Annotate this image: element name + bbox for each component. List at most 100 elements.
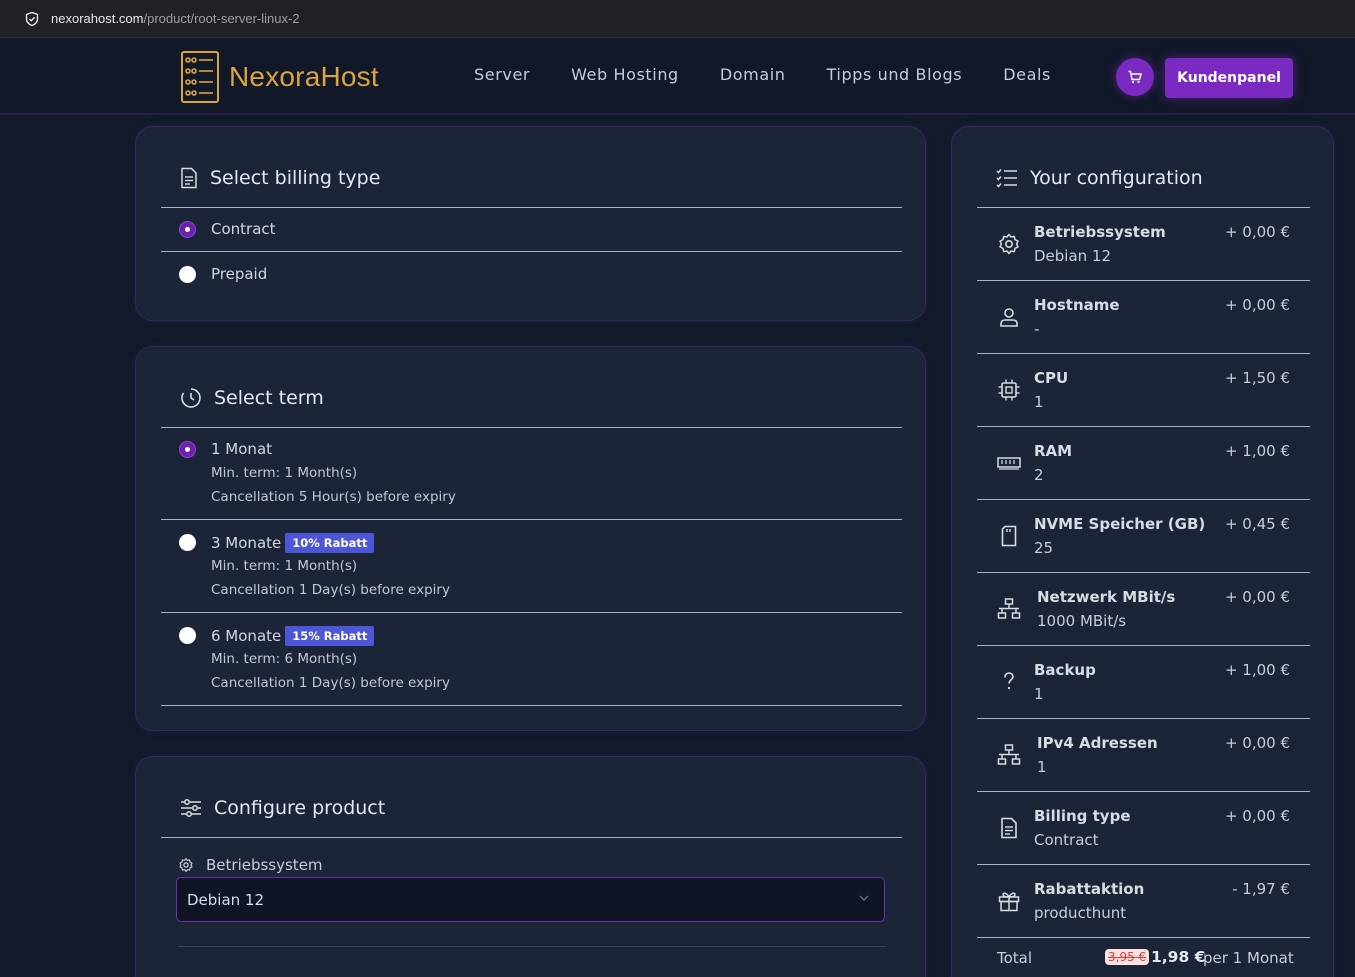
row-value: 25 xyxy=(1034,539,1054,557)
total-label: Total xyxy=(997,949,1033,967)
row-name: NVME Speicher (GB) xyxy=(1034,515,1206,533)
term-option-label[interactable]: 1 Monat xyxy=(211,440,272,458)
old-price: 3,95 € xyxy=(1105,949,1150,965)
radio-term-6-monate[interactable] xyxy=(179,627,196,644)
row-name: Hostname xyxy=(1034,296,1120,314)
summary-row-nvme: NVME Speicher (GB) 25 + 0,45 € xyxy=(977,500,1310,573)
row-price: + 0,00 € xyxy=(1224,807,1290,825)
nav-link-deals[interactable]: Deals xyxy=(1003,65,1051,84)
timer-icon xyxy=(181,388,201,408)
option-contract-label[interactable]: Contract xyxy=(211,220,276,238)
nav-link-web-hosting[interactable]: Web Hosting xyxy=(571,65,679,84)
term-option-label[interactable]: 6 Monate 15% Rabatt xyxy=(211,626,375,646)
row-value: producthunt xyxy=(1034,904,1127,922)
row-value: - xyxy=(1034,320,1040,338)
summary-row-ipv4: IPv4 Adressen 1 + 0,00 € xyxy=(977,719,1310,792)
browser-address-bar[interactable]: nexorahost.com/product/root-server-linux… xyxy=(0,0,1355,38)
main-menu: Server Web Hosting Domain Tipps und Blog… xyxy=(474,65,1051,84)
network-icon xyxy=(997,598,1021,619)
radio-term-3-monate[interactable] xyxy=(179,534,196,551)
sliders-icon xyxy=(181,799,201,817)
total-price: 1,98 € xyxy=(1151,948,1206,966)
option-prepaid-label[interactable]: Prepaid xyxy=(211,265,267,283)
nav-link-tipps-und-blogs[interactable]: Tipps und Blogs xyxy=(827,65,963,84)
row-value: 1 xyxy=(1034,393,1044,411)
checklist-icon xyxy=(996,169,1017,188)
url-path: /product/root-server-linux-2 xyxy=(143,11,300,26)
billing-type-header: Select billing type xyxy=(180,167,380,189)
radio-prepaid[interactable] xyxy=(179,266,196,283)
term-label-text: 6 Monate xyxy=(211,627,282,645)
divider xyxy=(161,612,902,613)
kundenpanel-button[interactable]: Kundenpanel xyxy=(1165,58,1293,98)
divider xyxy=(161,519,902,520)
radio-contract[interactable] xyxy=(179,221,196,238)
summary-row-ram: RAM 2 + 1,00 € xyxy=(977,427,1310,500)
nav-link-domain[interactable]: Domain xyxy=(720,65,786,84)
term-cancellation: Cancellation 1 Day(s) before expiry xyxy=(211,582,450,598)
radio-term-1-monat[interactable] xyxy=(179,441,196,458)
row-price: + 0,00 € xyxy=(1224,223,1290,241)
row-name: RAM xyxy=(1034,442,1073,460)
shield-icon xyxy=(24,11,40,27)
summary-row-netzwerk: Netzwerk MBit/s 1000 MBit/s + 0,00 € xyxy=(977,573,1310,646)
cpu-icon xyxy=(998,379,1020,401)
gear-icon xyxy=(179,858,193,872)
question-icon xyxy=(1004,672,1014,690)
row-price: + 1,50 € xyxy=(1224,369,1290,387)
os-field-label: Betriebssystem xyxy=(178,856,323,874)
term-min: Min. term: 6 Month(s) xyxy=(211,651,358,667)
row-name: Billing type xyxy=(1034,807,1131,825)
term-min: Min. term: 1 Month(s) xyxy=(211,465,358,481)
row-value: 1000 MBit/s xyxy=(1037,612,1127,630)
row-value: 1 xyxy=(1037,758,1047,776)
term-cancellation: Cancellation 1 Day(s) before expiry xyxy=(211,675,450,691)
row-name: Rabattaktion xyxy=(1034,880,1145,898)
row-price: + 1,00 € xyxy=(1224,442,1290,460)
row-name: CPU xyxy=(1034,369,1069,387)
billing-type-title: Select billing type xyxy=(210,167,381,189)
row-price: + 1,00 € xyxy=(1224,661,1290,679)
configure-header: Configure product xyxy=(180,797,385,819)
row-value: Debian 12 xyxy=(1034,247,1112,265)
discount-badge: 10% Rabatt xyxy=(285,533,375,553)
billing-type-card: Select billing type Contract Prepaid xyxy=(135,126,926,321)
sd-card-icon xyxy=(1001,525,1017,547)
term-option-label[interactable]: 3 Monate 10% Rabatt xyxy=(211,533,375,553)
billing-period: per 1 Monat xyxy=(1203,949,1294,967)
term-title: Select term xyxy=(214,387,324,409)
summary-title: Your configuration xyxy=(1030,167,1203,189)
term-cancellation: Cancellation 5 Hour(s) before expiry xyxy=(211,489,456,505)
os-label-text: Betriebssystem xyxy=(206,856,323,874)
chevron-down-icon xyxy=(859,895,869,901)
server-rack-icon xyxy=(181,51,219,103)
cart-button[interactable] xyxy=(1116,58,1154,96)
divider xyxy=(161,705,902,706)
nav-link-server[interactable]: Server xyxy=(474,65,530,84)
row-value: 2 xyxy=(1034,466,1044,484)
row-name: IPv4 Adressen xyxy=(1037,734,1158,752)
os-select-value: Debian 12 xyxy=(187,890,265,909)
brand-logo[interactable]: NexoraHost xyxy=(181,51,379,103)
gift-icon xyxy=(998,892,1020,912)
summary-row-billing-type: Billing type Contract + 0,00 € xyxy=(977,792,1310,865)
cart-icon xyxy=(1128,70,1142,84)
divider xyxy=(178,946,885,947)
url-text[interactable]: nexorahost.com/product/root-server-linux… xyxy=(51,11,300,26)
os-select[interactable]: Debian 12 xyxy=(176,877,885,922)
configuration-summary-card: Your configuration Betriebssystem Debian… xyxy=(951,126,1334,977)
row-price: - 1,97 € xyxy=(1232,880,1290,898)
summary-row-betriebssystem: Betriebssystem Debian 12 + 0,00 € xyxy=(977,208,1310,281)
summary-header: Your configuration xyxy=(996,167,1203,189)
term-min: Min. term: 1 Month(s) xyxy=(211,558,358,574)
gear-icon xyxy=(999,233,1019,255)
document-icon xyxy=(181,167,197,189)
summary-row-hostname: Hostname - + 0,00 € xyxy=(977,281,1310,354)
row-name: Betriebssystem xyxy=(1034,223,1166,241)
row-name: Netzwerk MBit/s xyxy=(1037,588,1176,606)
term-label-text: 3 Monate xyxy=(211,534,282,552)
row-price: + 0,45 € xyxy=(1224,515,1290,533)
configure-title: Configure product xyxy=(214,797,386,819)
summary-row-cpu: CPU 1 + 1,50 € xyxy=(977,354,1310,427)
row-name: Backup xyxy=(1034,661,1096,679)
